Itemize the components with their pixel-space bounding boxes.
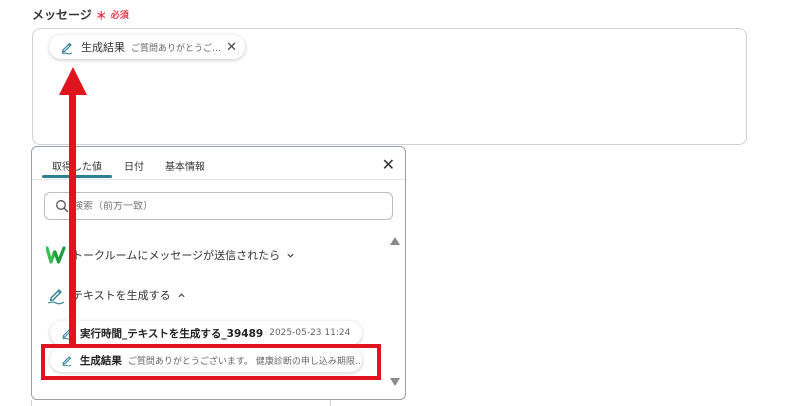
value-item-generated-result[interactable]: 生成結果 ご質問ありがとうございます。 健康診断の申し込み期限… [50, 348, 362, 372]
section-label: トークルームにメッセージが送信されたら [72, 249, 281, 262]
active-tab-indicator [42, 175, 112, 178]
section-trigger-message[interactable]: トークルームにメッセージが送信されたら [46, 246, 295, 264]
section-generate-text[interactable]: テキストを生成する [46, 285, 186, 305]
inserted-value-chip[interactable]: 生成結果 ご質問ありがとうご… ✕ [49, 35, 245, 59]
value-item-label: 生成結果 [79, 354, 122, 367]
value-item-value: ご質問ありがとうございます。 健康診断の申し込み期限… [127, 356, 362, 367]
required-asterisk: ＊ [95, 8, 107, 22]
chip-remove-icon[interactable]: ✕ [226, 40, 237, 55]
required-text: 必須 [110, 11, 129, 21]
value-picker-popup: 取得した値 日付 基本情報 ✕ トークルームにメッセージが送信されたら テキスト… [31, 146, 406, 400]
scroll-down-arrow-icon[interactable] [390, 378, 400, 386]
value-item-label: 実行時間_テキストを生成する_39489 [80, 327, 264, 340]
annotation-arrow-up-icon [59, 67, 87, 95]
message-field-label: メッセージ ＊ 必須 [32, 6, 129, 23]
w-app-logo-icon [46, 246, 66, 264]
field-label-text: メッセージ [32, 8, 92, 22]
section-label: テキストを生成する [72, 289, 171, 302]
tab-acquired-values[interactable]: 取得した値 [42, 158, 112, 173]
scroll-up-arrow-icon[interactable] [390, 237, 400, 245]
chevron-up-icon [178, 292, 185, 297]
popup-tabs: 取得した値 日付 基本情報 ✕ [32, 147, 405, 180]
chevron-down-icon [287, 253, 294, 258]
value-item-execution-time[interactable]: 実行時間_テキストを生成する_39489 2025-05-23 11:24 [50, 321, 362, 345]
pen-icon [62, 356, 72, 367]
tab-date[interactable]: 日付 [124, 158, 144, 173]
search-field[interactable] [44, 192, 393, 220]
tab-basic-info[interactable]: 基本情報 [165, 158, 205, 173]
search-icon [56, 200, 69, 213]
annotation-arrow-shaft [69, 92, 76, 346]
message-input-box[interactable]: 生成結果 ご質問ありがとうご… ✕ [32, 28, 747, 145]
chip-value: ご質問ありがとうご… [131, 43, 221, 54]
search-input[interactable] [73, 200, 373, 212]
chip-label: 生成結果 [81, 41, 125, 54]
value-item-value: 2025-05-23 11:24 [269, 328, 351, 338]
pen-icon [61, 42, 73, 55]
pen-icon [47, 289, 65, 305]
underlying-panel-edge [31, 400, 331, 406]
close-icon[interactable]: ✕ [382, 155, 395, 174]
